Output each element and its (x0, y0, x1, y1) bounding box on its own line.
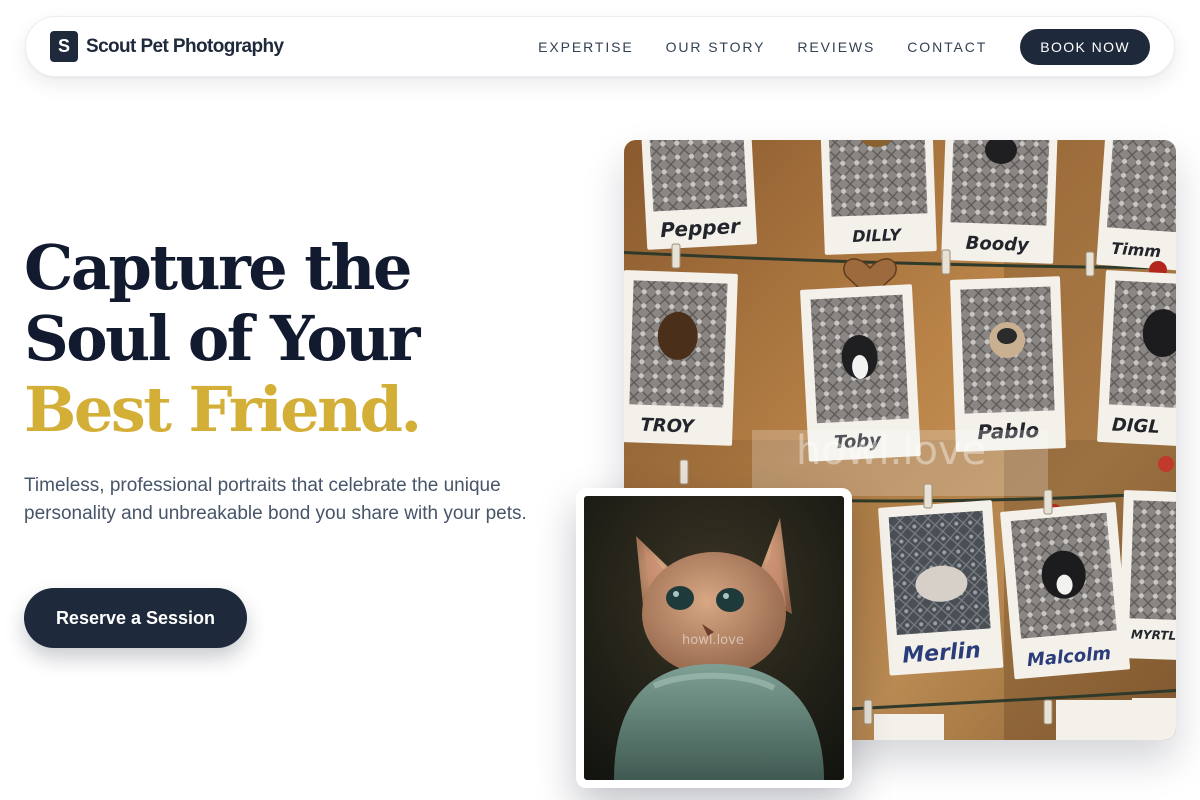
hero-title-line-1: Capture the (24, 231, 412, 304)
polaroid-myrtle: MYRTLE A (1118, 490, 1176, 662)
hero-title-accent: Best Friend. (24, 373, 422, 446)
nav-link-reviews[interactable]: REVIEWS (797, 39, 875, 55)
cat-eye-right (716, 588, 744, 612)
hero-title-line-2: Soul of Your (24, 302, 420, 375)
main-watermark: howl.love (796, 428, 986, 474)
hero-subtitle: Timeless, professional portraits that ce… (24, 475, 527, 524)
polaroid-label-pepper: Pepper (660, 214, 742, 242)
polaroid-troy: TROY (624, 270, 738, 446)
polaroid-pablo: Pablo (950, 276, 1066, 452)
ladybug-clip-bottom (1158, 456, 1174, 472)
navbar: S Scout Pet Photography EXPERTISE OUR ST… (25, 16, 1175, 77)
brand-mark: S (50, 31, 78, 62)
hero-title: Capture the Soul of Your Best Friend. (24, 231, 422, 446)
cat-head (642, 552, 786, 676)
polaroid-label-digl: DIGL (1111, 415, 1160, 438)
polaroid-malcolm: Malcolm (1000, 502, 1131, 680)
nav-link-contact[interactable]: CONTACT (907, 39, 987, 55)
polaroid-merlin: Merlin (878, 500, 1004, 676)
polaroid-digl: DIGL (1097, 270, 1176, 448)
nav-link-our-story[interactable]: OUR STORY (666, 39, 766, 55)
sphynx-cat-photo: howl.love (584, 496, 844, 780)
polaroid-pepper: Pepper (640, 140, 758, 250)
inset-watermark: howl.love (682, 633, 744, 648)
polaroid-label-boody: Boody (965, 233, 1030, 256)
polaroid-label-myrtle: MYRTLE A (1131, 627, 1176, 643)
nav-link-expertise[interactable]: EXPERTISE (538, 39, 633, 55)
polaroid-timm: Timm (1096, 140, 1176, 273)
brand-logo[interactable]: S Scout Pet Photography (50, 31, 284, 62)
polaroid-boody: Boody (941, 140, 1058, 264)
brand-name: Scout Pet Photography (86, 35, 284, 57)
cat-eye-left (666, 586, 694, 610)
polaroid-label-timm: Timm (1111, 239, 1162, 261)
inset-photo-frame: howl.love (576, 488, 852, 788)
reserve-session-button[interactable]: Reserve a Session (24, 588, 247, 648)
polaroid-label-troy: TROY (640, 415, 696, 438)
polaroid-dilly: DILLY (820, 140, 937, 255)
nav-links: EXPERTISE OUR STORY REVIEWS CONTACT (538, 39, 987, 55)
book-now-button[interactable]: BOOK NOW (1020, 28, 1150, 65)
polaroid-label-dilly: DILLY (852, 225, 903, 246)
page: S Scout Pet Photography EXPERTISE OUR ST… (0, 0, 1200, 800)
